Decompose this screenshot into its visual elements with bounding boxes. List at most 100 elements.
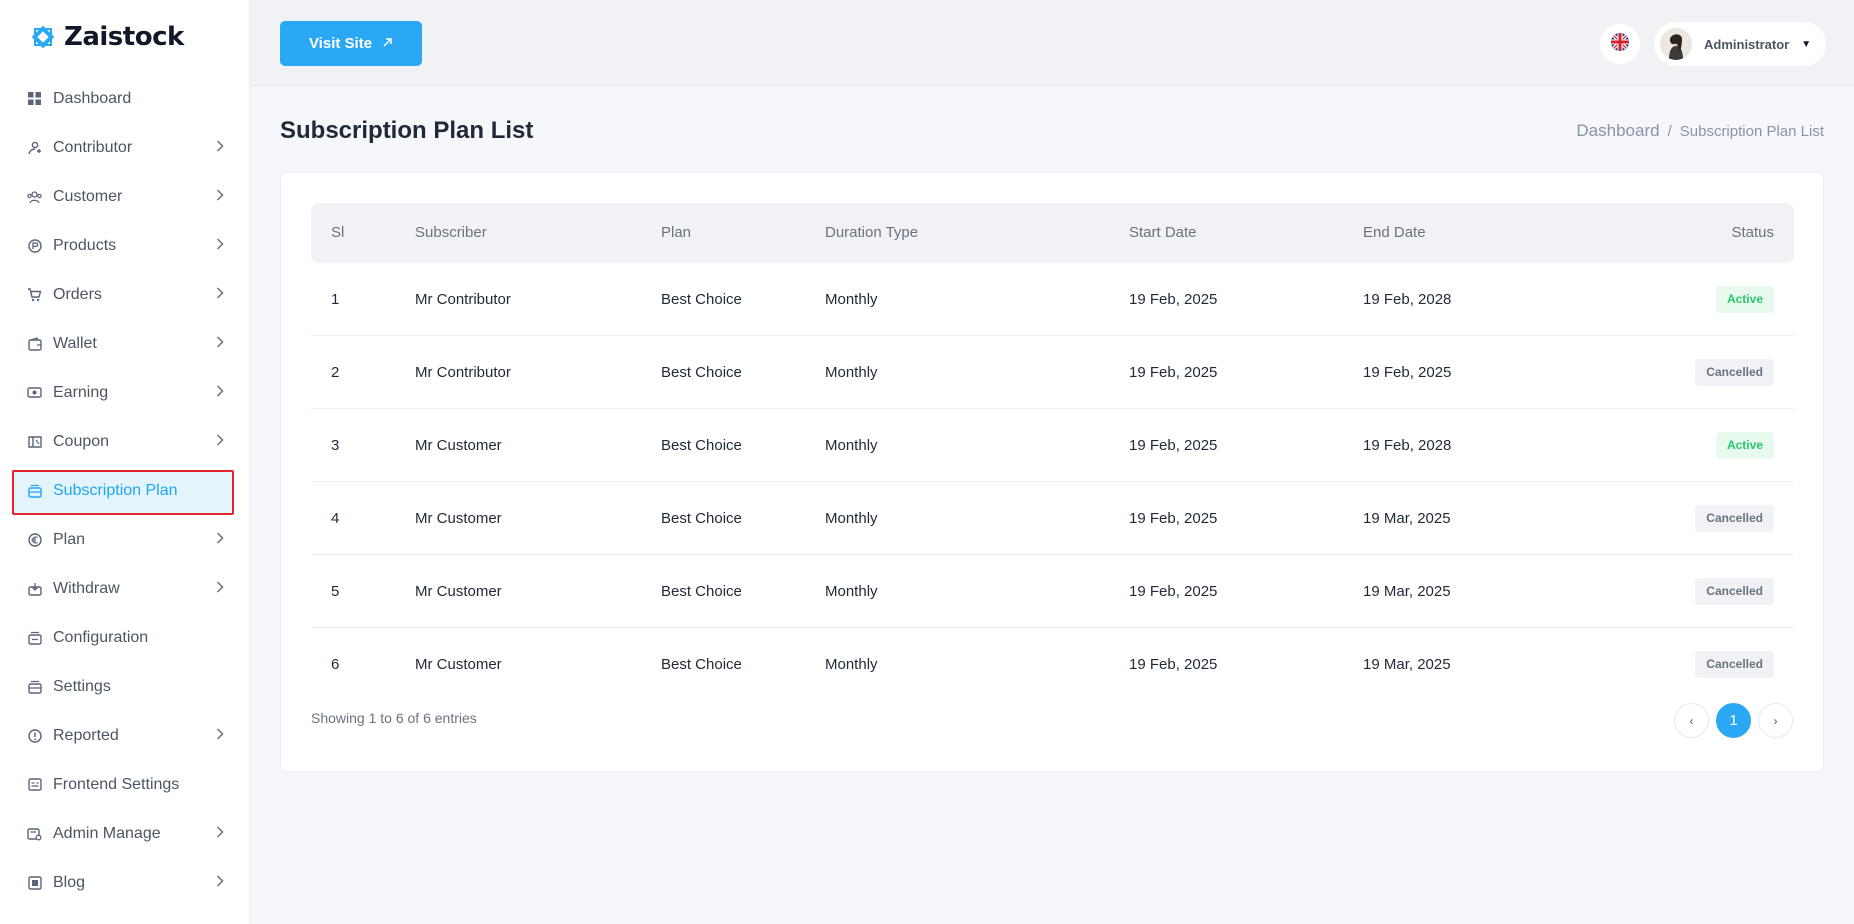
sidebar-item-wallet[interactable]: Wallet [0, 319, 250, 368]
pagination-next-button[interactable]: › [1758, 703, 1793, 738]
alert-icon [27, 728, 42, 743]
cell-start: 19 Feb, 2025 [1129, 583, 1218, 600]
column-header-end-date[interactable]: End Date [1363, 203, 1426, 263]
column-header-plan[interactable]: Plan [661, 203, 691, 263]
cell-sl: 5 [331, 583, 340, 600]
chevron-right-icon [216, 433, 224, 451]
withdraw-icon [27, 581, 42, 596]
status-badge: Active [1715, 286, 1774, 313]
brand-logo[interactable]: Zaistock [28, 22, 184, 52]
cell-subscriber: Mr Contributor [415, 364, 511, 381]
sidebar-item-settings[interactable]: Settings [0, 662, 250, 711]
brand-name: Zaistock [64, 22, 184, 52]
sidebar-item-label: Dashboard [53, 89, 132, 107]
cell-duration: Monthly [825, 510, 878, 527]
sidebar: Zaistock Dashboard Contributor Customer Pro… [0, 0, 250, 924]
admin-icon [27, 826, 42, 841]
status-badge: Cancelled [1695, 359, 1774, 386]
sidebar-item-blog[interactable]: Blog [0, 858, 250, 907]
cell-end: 19 Mar, 2025 [1363, 583, 1451, 600]
visit-site-button[interactable]: Visit Site [280, 21, 422, 66]
cell-plan: Best Choice [661, 291, 742, 308]
sidebar-item-dashboard[interactable]: Dashboard [0, 74, 250, 123]
cell-sl: 3 [331, 437, 340, 454]
cell-end: 19 Feb, 2028 [1363, 291, 1452, 308]
wallet-icon [27, 336, 42, 351]
sidebar-item-label: Orders [53, 285, 102, 303]
cell-end: 19 Feb, 2028 [1363, 437, 1452, 454]
sidebar-item-withdraw[interactable]: Withdraw [0, 564, 250, 613]
cell-end: 19 Feb, 2025 [1363, 364, 1452, 381]
sidebar-item-frontend-settings[interactable]: Frontend Settings [0, 760, 250, 809]
breadcrumb-home-link[interactable]: Dashboard [1576, 121, 1659, 141]
external-link-icon [382, 35, 393, 52]
column-header-status[interactable]: Status [1731, 203, 1774, 263]
frontend-icon [27, 777, 42, 792]
pagination-page-1[interactable]: 1 [1716, 703, 1751, 738]
caret-down-icon: ▼ [1801, 38, 1812, 50]
products-icon [27, 238, 42, 253]
chevron-right-icon [216, 727, 224, 745]
dashboard-icon [27, 91, 42, 106]
sidebar-item-orders[interactable]: Orders [0, 270, 250, 319]
cell-plan: Best Choice [661, 364, 742, 381]
sidebar-item-admin-manage[interactable]: Admin Manage [0, 809, 250, 858]
chevron-right-icon [216, 286, 224, 304]
cell-start: 19 Feb, 2025 [1129, 291, 1218, 308]
sidebar-item-subscription-plan[interactable]: Subscription Plan [0, 466, 250, 515]
sidebar-item-label: Products [53, 236, 117, 254]
language-button[interactable] [1600, 24, 1640, 64]
cart-icon [27, 287, 42, 302]
cell-plan: Best Choice [661, 437, 742, 454]
pagination-prev-button[interactable]: ‹ [1674, 703, 1709, 738]
contributor-icon [27, 140, 42, 155]
sidebar-item-plan[interactable]: Plan [0, 515, 250, 564]
column-header-sl[interactable]: Sl [331, 203, 344, 263]
table-row: 5 Mr Customer Best Choice Monthly 19 Feb, 20… [311, 555, 1794, 628]
logo-icon [28, 22, 58, 52]
sidebar-item-earning[interactable]: Earning [0, 368, 250, 417]
table-row: 4 Mr Customer Best Choice Monthly 19 Feb, 20… [311, 482, 1794, 555]
customer-icon [27, 189, 42, 204]
visit-site-label: Visit Site [308, 35, 373, 52]
table-row: 2 Mr Contributor Best Choice Monthly 19 Feb,… [311, 336, 1794, 409]
column-header-subscriber[interactable]: Subscriber [415, 203, 487, 263]
cell-start: 19 Feb, 2025 [1129, 656, 1218, 673]
cell-start: 19 Feb, 2025 [1129, 510, 1218, 527]
sidebar-item-products[interactable]: Products [0, 221, 250, 270]
sidebar-item-reported[interactable]: Reported [0, 711, 250, 760]
breadcrumb-current: Subscription Plan List [1679, 122, 1824, 140]
cell-duration: Monthly [825, 583, 878, 600]
coupon-icon [27, 434, 42, 449]
chevron-right-icon [216, 580, 224, 598]
sidebar-nav: Dashboard Contributor Customer Products Orde… [0, 74, 250, 907]
cell-sl: 6 [331, 656, 340, 673]
sidebar-item-label: Subscription Plan [53, 481, 178, 499]
column-header-duration-type[interactable]: Duration Type [825, 203, 918, 263]
status-badge: Cancelled [1695, 651, 1774, 678]
sidebar-item-label: Earning [53, 383, 109, 401]
user-menu[interactable]: Administrator ▼ [1654, 22, 1826, 66]
status-badge: Cancelled [1695, 505, 1774, 532]
cell-sl: 1 [331, 291, 340, 308]
sidebar-item-coupon[interactable]: Coupon [0, 417, 250, 466]
configuration-icon [27, 630, 42, 645]
column-header-start-date[interactable]: Start Date [1129, 203, 1197, 263]
sidebar-item-configuration[interactable]: Configuration [0, 613, 250, 662]
sidebar-item-customer[interactable]: Customer [0, 172, 250, 221]
topbar: Visit Site Administrator ▼ [250, 0, 1854, 86]
cell-duration: Monthly [825, 291, 878, 308]
sidebar-item-contributor[interactable]: Contributor [0, 123, 250, 172]
status-badge: Cancelled [1695, 578, 1774, 605]
uk-flag-icon [1610, 32, 1630, 57]
sidebar-item-label: Plan [53, 530, 86, 548]
table-row: 6 Mr Customer Best Choice Monthly 19 Feb, 20… [311, 628, 1794, 701]
cell-duration: Monthly [825, 656, 878, 673]
chevron-right-icon [216, 237, 224, 255]
sidebar-item-label: Configuration [53, 628, 149, 646]
cell-subscriber: Mr Contributor [415, 291, 511, 308]
subscription-table-card: Sl Subscriber Plan Duration Type Start D… [280, 172, 1824, 772]
cell-plan: Best Choice [661, 656, 742, 673]
settings-icon [27, 679, 42, 694]
subscription-icon [27, 483, 42, 498]
